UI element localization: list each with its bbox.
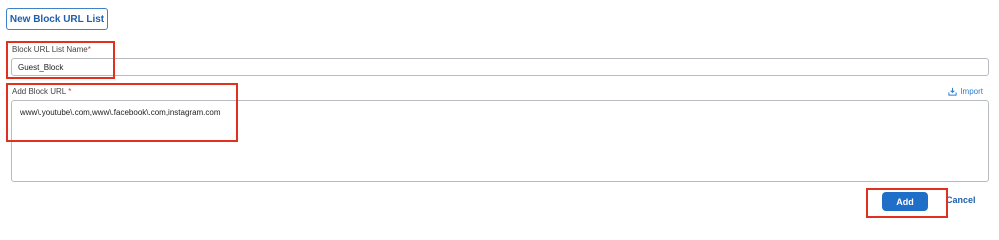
name-label-text: Block URL List Name	[12, 45, 88, 54]
cancel-link[interactable]: Cancel	[946, 195, 976, 205]
add-block-url-textarea[interactable]: www\.youtube\.com,www\.facebook\.com,ins…	[11, 100, 989, 182]
download-tray-icon	[948, 87, 957, 96]
url-label-text: Add Block URL	[12, 87, 66, 96]
block-url-list-name-input[interactable]	[11, 58, 989, 76]
import-link[interactable]: Import	[948, 87, 983, 96]
new-block-url-list-button[interactable]: New Block URL List	[6, 8, 108, 30]
url-required-mark: *	[68, 87, 72, 96]
block-url-list-form: New Block URL List Block URL List Name* …	[0, 0, 999, 233]
name-required-mark: *	[87, 45, 91, 54]
import-label: Import	[960, 87, 983, 96]
add-block-url-label: Add Block URL *	[12, 87, 71, 96]
add-button[interactable]: Add	[882, 192, 928, 211]
block-url-list-name-label: Block URL List Name*	[12, 45, 91, 54]
